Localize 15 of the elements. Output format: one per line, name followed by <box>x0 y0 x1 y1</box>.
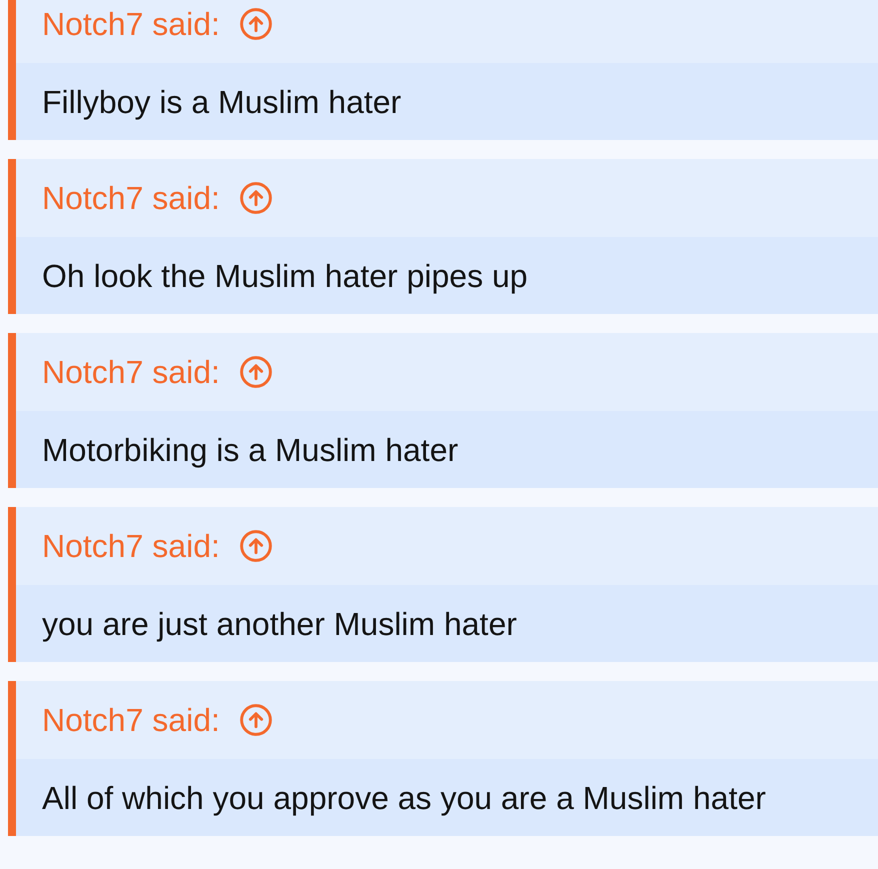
quote-text: Motorbiking is a Muslim hater <box>42 430 458 468</box>
quote-text: Oh look the Muslim hater pipes up <box>42 256 528 294</box>
arrow-up-circle-icon[interactable] <box>240 356 272 388</box>
arrow-up-circle-icon[interactable] <box>240 704 272 736</box>
quote-author-link[interactable]: Notch7 said: <box>42 701 220 739</box>
quote-text: Fillyboy is a Muslim hater <box>42 82 402 120</box>
quote-text: All of which you approve as you are a Muslim hater <box>42 778 766 816</box>
quote-author-link[interactable]: Notch7 said: <box>42 179 220 217</box>
arrow-up-circle-icon[interactable] <box>240 8 272 40</box>
arrow-up-circle-icon[interactable] <box>240 530 272 562</box>
arrow-up-circle-icon[interactable] <box>240 182 272 214</box>
quote-text: you are just another Muslim hater <box>42 604 517 642</box>
quote-author-link[interactable]: Notch7 said: <box>42 5 220 43</box>
quote-author-link[interactable]: Notch7 said: <box>42 527 220 565</box>
quote-author-link[interactable]: Notch7 said: <box>42 353 220 391</box>
